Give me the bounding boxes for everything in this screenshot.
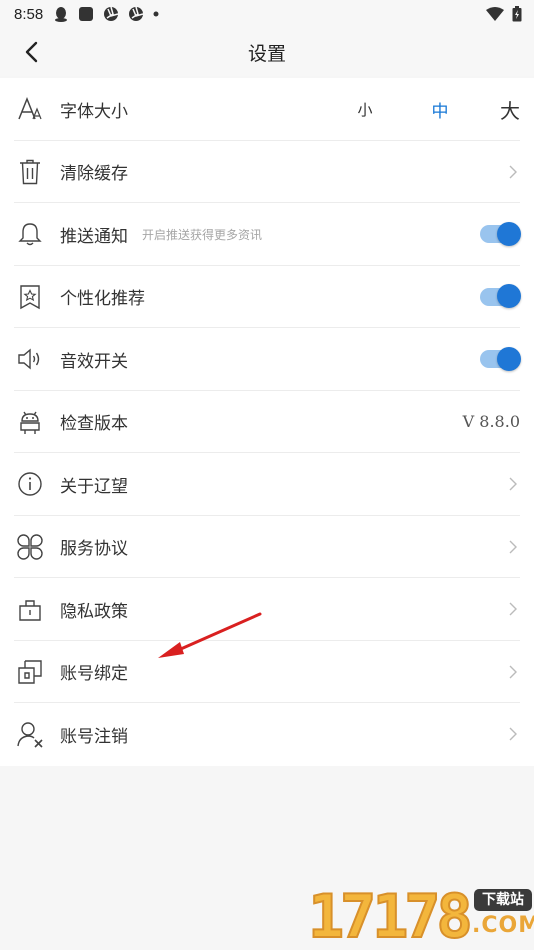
font-size-small-option[interactable]: 小 xyxy=(330,99,400,120)
page-title: 设置 xyxy=(247,42,286,65)
push-notification-row: 推送通知 开启推送获得更多资讯 xyxy=(0,203,534,266)
watermark-logo: 17178 下载站 .COM xyxy=(307,882,534,950)
account-binding-label: 账号绑定 xyxy=(60,664,128,685)
chevron-right-icon xyxy=(509,540,517,554)
user-remove-icon xyxy=(16,720,44,748)
watermark-digits: 17178 xyxy=(307,882,474,950)
clear-cache-label: 清除缓存 xyxy=(60,164,128,185)
font-size-row: 字体大小 小 中 大 xyxy=(0,78,534,141)
status-time: 8:58 xyxy=(14,5,44,23)
star-badge-icon xyxy=(16,283,44,311)
battery-icon xyxy=(512,6,522,22)
info-icon xyxy=(16,470,44,498)
app-square-icon xyxy=(79,7,94,21)
privacy-label: 隐私政策 xyxy=(60,601,128,622)
privacy-row[interactable]: 隐私政策 xyxy=(0,578,534,641)
sound-toggle[interactable] xyxy=(480,346,521,371)
account-cancel-label: 账号注销 xyxy=(60,726,128,747)
qq-icon xyxy=(55,7,68,22)
font-size-large-option[interactable]: 大 xyxy=(480,95,520,124)
watermark-suffix: .COM xyxy=(472,913,534,938)
wifi-icon xyxy=(486,7,504,21)
clear-cache-row[interactable]: 清除缓存 xyxy=(0,141,534,204)
font-size-label: 字体大小 xyxy=(60,101,128,122)
personalized-toggle[interactable] xyxy=(480,284,521,309)
dot-icon xyxy=(153,11,159,17)
aperture-icon xyxy=(129,6,144,21)
font-size-options: 小 中 大 xyxy=(330,95,520,124)
chevron-right-icon xyxy=(509,602,517,616)
personalized-label: 个性化推荐 xyxy=(60,289,145,310)
font-size-icon xyxy=(16,95,44,123)
check-version-label: 检查版本 xyxy=(60,414,128,435)
clover-icon xyxy=(16,533,44,561)
lock-icon xyxy=(16,595,44,623)
agreement-row[interactable]: 服务协议 xyxy=(0,516,534,579)
push-notification-label: 推送通知 xyxy=(60,226,128,247)
push-notification-toggle[interactable] xyxy=(480,221,521,246)
trash-icon xyxy=(16,158,44,186)
chevron-right-icon xyxy=(509,665,517,679)
speaker-icon xyxy=(16,345,44,373)
about-row[interactable]: 关于辽望 xyxy=(0,453,534,516)
aperture-icon xyxy=(104,6,119,21)
chevron-right-icon xyxy=(509,477,517,491)
android-icon xyxy=(16,408,44,436)
link-squares-icon xyxy=(16,658,44,686)
sound-label: 音效开关 xyxy=(60,351,128,372)
account-cancel-row[interactable]: 账号注销 xyxy=(0,703,534,766)
personalized-row: 个性化推荐 xyxy=(0,266,534,329)
agreement-label: 服务协议 xyxy=(60,539,128,560)
check-version-row[interactable]: 检查版本 V 8.8.0 xyxy=(0,391,534,454)
watermark-badge: 下载站 xyxy=(474,889,532,911)
chevron-left-icon[interactable] xyxy=(20,40,44,64)
chevron-right-icon xyxy=(509,727,517,741)
account-binding-row[interactable]: 账号绑定 xyxy=(0,641,534,704)
bell-icon xyxy=(16,220,44,248)
about-label: 关于辽望 xyxy=(60,476,128,497)
push-notification-hint: 开启推送获得更多资讯 xyxy=(142,227,263,242)
notification-icons xyxy=(53,6,159,22)
chevron-right-icon xyxy=(509,165,517,179)
font-size-medium-option[interactable]: 中 xyxy=(400,97,480,122)
version-value: V 8.8.0 xyxy=(462,412,520,432)
settings-list: 字体大小 小 中 大 清除缓存 推送通知 开启推送获得更多资讯 个性化推荐 音效… xyxy=(0,78,534,766)
status-bar: 8:58 xyxy=(0,0,534,28)
sound-row: 音效开关 xyxy=(0,328,534,391)
nav-bar: 设置 xyxy=(0,28,534,76)
